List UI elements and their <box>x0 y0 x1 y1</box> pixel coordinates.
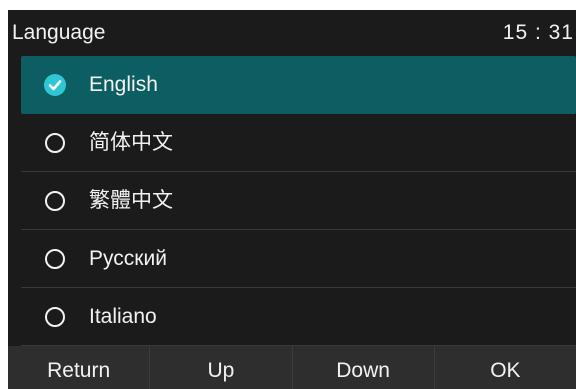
language-label: English <box>89 73 158 96</box>
language-list: English 简体中文 繁體中文 Русский Italiano <box>21 56 576 346</box>
language-item-russian[interactable]: Русский <box>21 230 576 288</box>
down-button[interactable]: Down <box>293 346 435 389</box>
check-circle-icon <box>44 74 66 96</box>
radio-circle-icon <box>45 133 65 153</box>
language-item-traditional-chinese[interactable]: 繁體中文 <box>21 172 576 230</box>
return-button[interactable]: Return <box>8 346 151 389</box>
ok-button[interactable]: OK <box>435 346 576 389</box>
radio-circle-icon <box>45 191 65 211</box>
page-title: Language <box>12 21 106 44</box>
language-item-simplified-chinese[interactable]: 简体中文 <box>21 114 576 172</box>
language-item-english[interactable]: English <box>21 56 576 114</box>
phone-screen: Language 15 : 31 English 简体中文 繁體中文 Русск… <box>8 10 576 389</box>
radio-circle-icon <box>45 249 65 269</box>
language-label: Italiano <box>89 305 157 328</box>
status-bar: Language 15 : 31 <box>8 10 576 56</box>
clock: 15 : 31 <box>502 21 574 44</box>
softkey-bar: Return Up Down OK <box>8 346 576 389</box>
up-button[interactable]: Up <box>150 346 293 389</box>
language-label: 繁體中文 <box>89 189 173 212</box>
radio-circle-icon <box>45 307 65 327</box>
language-label: Русский <box>89 247 167 270</box>
language-item-italian[interactable]: Italiano <box>21 288 576 346</box>
language-label: 简体中文 <box>89 131 173 154</box>
